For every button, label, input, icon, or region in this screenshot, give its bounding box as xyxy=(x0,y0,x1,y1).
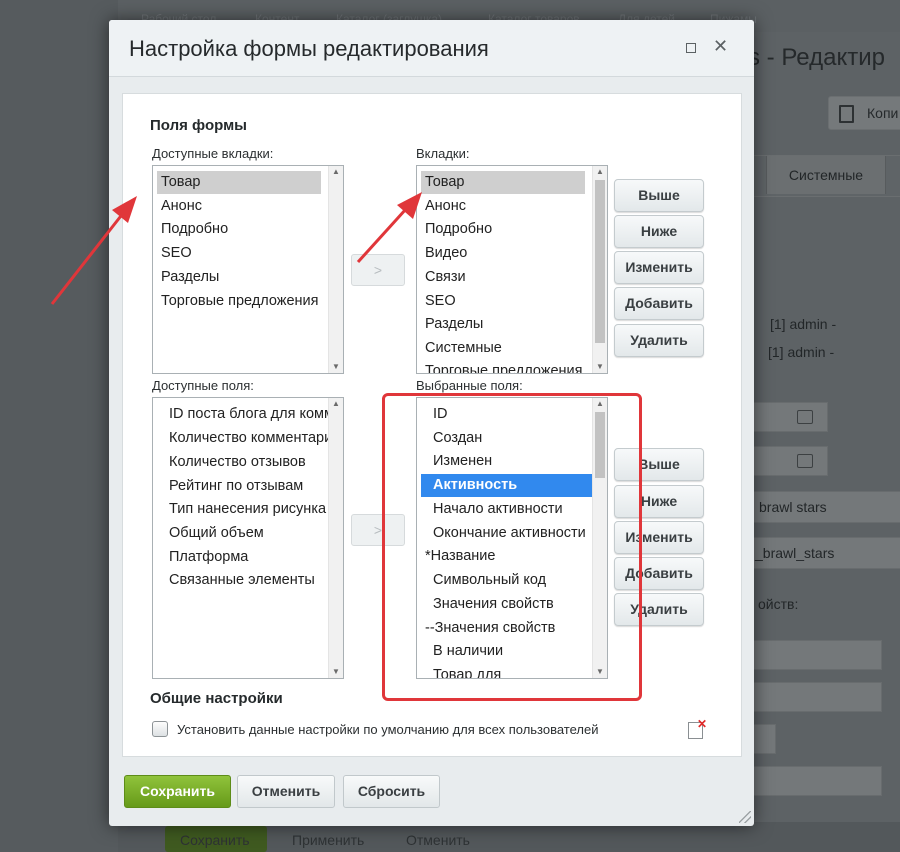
arrow-icon xyxy=(50,196,137,305)
annotation-arrows xyxy=(50,192,422,305)
arrow-icon xyxy=(356,192,422,264)
